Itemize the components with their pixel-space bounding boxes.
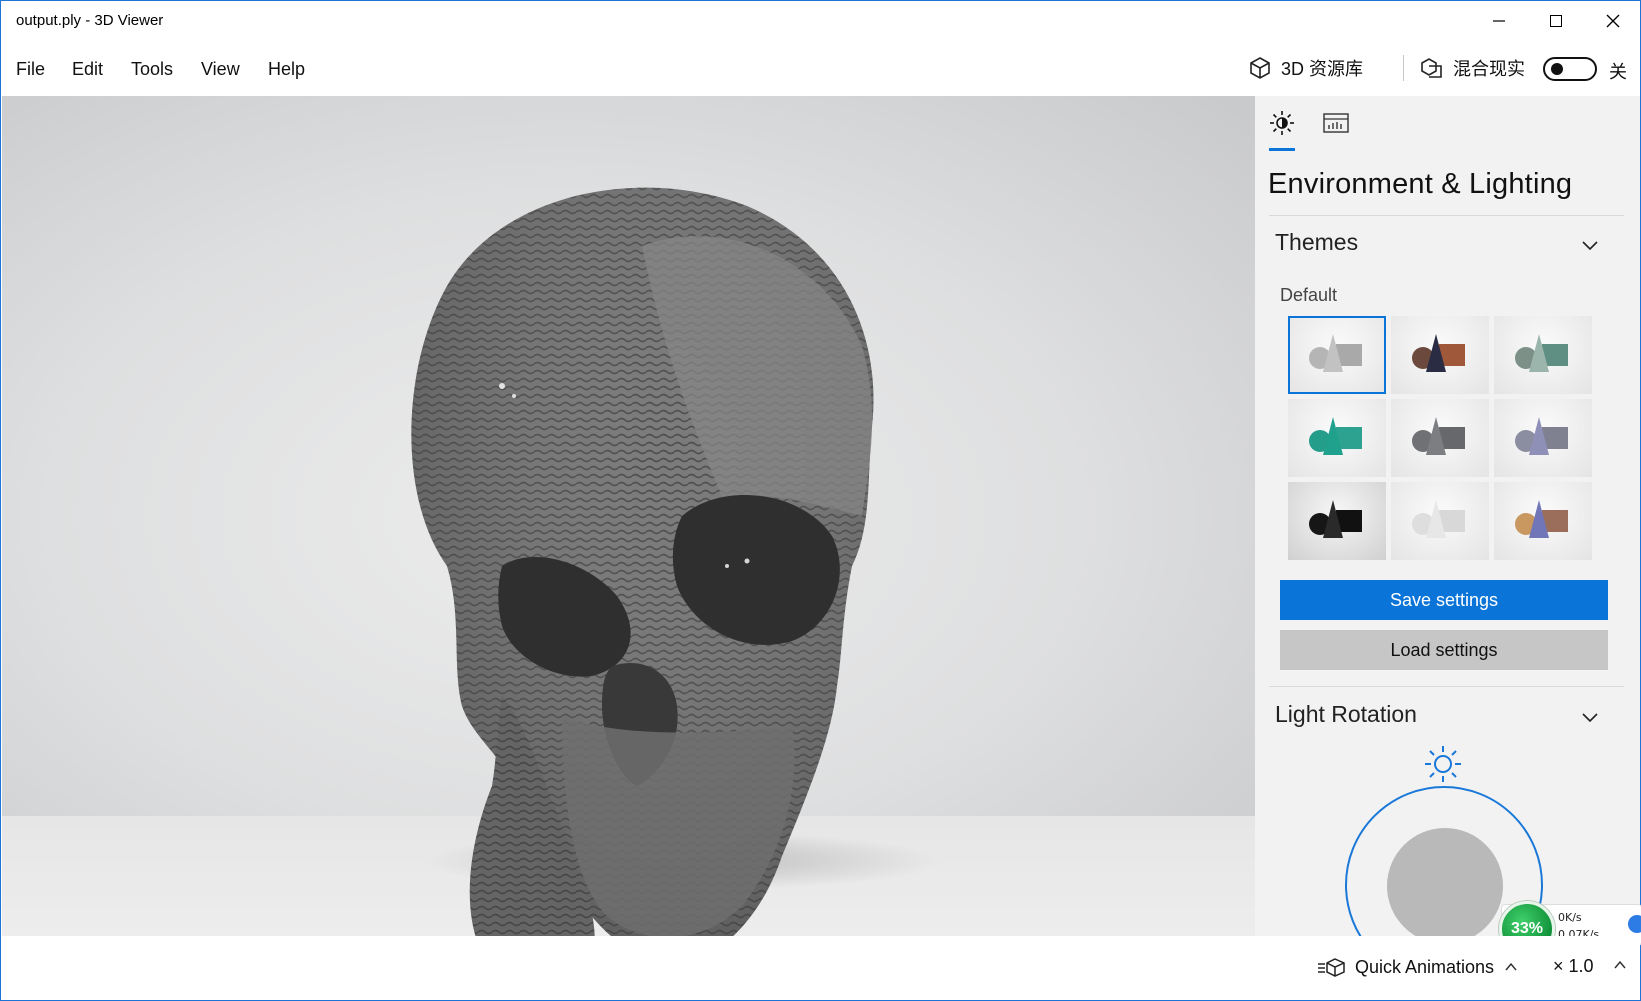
theme-tile-teal[interactable] — [1288, 399, 1386, 477]
active-tab-indicator — [1269, 148, 1295, 151]
menu-view[interactable]: View — [201, 59, 240, 80]
title-bar: output.ply - 3D Viewer — [1, 1, 1640, 41]
3d-library-label: 3D 资源库 — [1281, 59, 1364, 79]
toolbar-divider — [1403, 55, 1404, 81]
upload-speed: 0K/s — [1558, 911, 1582, 924]
theme-preview-icon — [1309, 417, 1362, 455]
menu-bar: File Edit Tools View Help 3D 资源库 混合现实 关 — [1, 45, 1640, 91]
theme-preview-icon — [1412, 334, 1465, 372]
chevron-down-icon[interactable] — [1581, 236, 1599, 254]
panel-title: Environment & Lighting — [1268, 168, 1573, 200]
theme-tile-warm[interactable] — [1494, 482, 1592, 560]
environment-panel: Environment & Lighting Themes Default Sa… — [1255, 96, 1640, 936]
3d-viewport[interactable] — [2, 96, 1255, 936]
toggle-state-label: 关 — [1609, 62, 1627, 82]
tab-stats[interactable] — [1321, 110, 1351, 136]
animation-speed[interactable]: × 1.0 — [1553, 956, 1594, 977]
status-bar: Quick Animations × 1.0 — [1, 936, 1640, 1000]
stats-icon — [1323, 113, 1349, 133]
cube-icon — [1247, 55, 1273, 81]
close-button[interactable] — [1585, 1, 1641, 41]
light-rotation-heading[interactable]: Light Rotation — [1275, 701, 1417, 728]
menu-file[interactable]: File — [16, 59, 45, 80]
3d-library-button[interactable]: 3D 资源库 — [1247, 51, 1363, 85]
mixed-reality-button[interactable]: 混合现实 — [1419, 51, 1525, 85]
theme-preview-icon — [1412, 417, 1465, 455]
app-window: output.ply - 3D Viewer File Edit Tools V… — [0, 0, 1641, 1001]
menu-help[interactable]: Help — [268, 59, 305, 80]
minimize-button[interactable] — [1471, 1, 1527, 41]
window-title: output.ply - 3D Viewer — [16, 12, 164, 29]
theme-grid — [1288, 316, 1592, 560]
chevron-up-icon — [1505, 962, 1517, 971]
light-sun-handle-icon[interactable] — [1423, 744, 1463, 784]
theme-tile-black[interactable] — [1288, 482, 1386, 560]
close-icon — [1606, 14, 1620, 28]
theme-tile-default[interactable] — [1288, 316, 1386, 394]
maximize-button[interactable] — [1528, 1, 1584, 41]
save-settings-button[interactable]: Save settings — [1280, 580, 1608, 620]
theme-tile-lavender[interactable] — [1494, 399, 1592, 477]
toggle-knob — [1551, 63, 1563, 75]
load-settings-button[interactable]: Load settings — [1280, 630, 1608, 670]
theme-preview-icon — [1412, 500, 1465, 538]
quick-animations-button[interactable]: Quick Animations — [1317, 956, 1518, 978]
theme-preview-icon — [1515, 334, 1568, 372]
theme-tile-dark-copper[interactable] — [1391, 316, 1489, 394]
menu-tools[interactable]: Tools — [131, 59, 173, 80]
quick-animations-label: Quick Animations — [1355, 956, 1495, 977]
animation-icon — [1318, 958, 1345, 977]
sun-icon — [1270, 111, 1294, 135]
tab-environment[interactable] — [1267, 110, 1297, 136]
theme-preview-icon — [1515, 417, 1568, 455]
theme-preview-icon — [1309, 500, 1362, 538]
divider — [1269, 686, 1624, 687]
themes-heading[interactable]: Themes — [1275, 229, 1358, 256]
light-preview-sphere — [1387, 828, 1503, 936]
menu-edit[interactable]: Edit — [72, 59, 103, 80]
chevron-up-icon[interactable] — [1613, 958, 1627, 972]
mixed-reality-label: 混合现实 — [1453, 59, 1525, 79]
skull-model[interactable] — [2, 96, 1255, 936]
theme-preview-icon — [1515, 500, 1568, 538]
theme-tile-teal-grey[interactable] — [1494, 316, 1592, 394]
mixed-reality-icon — [1419, 55, 1445, 81]
theme-tile-white[interactable] — [1391, 482, 1489, 560]
edge-badge-icon — [1628, 915, 1641, 933]
themes-group-label: Default — [1280, 285, 1338, 305]
mixed-reality-toggle[interactable] — [1543, 57, 1597, 81]
maximize-icon — [1550, 15, 1562, 27]
minimize-icon — [1493, 20, 1505, 22]
divider — [1269, 215, 1624, 216]
chevron-down-icon[interactable] — [1581, 708, 1599, 726]
theme-tile-slate[interactable] — [1391, 399, 1489, 477]
theme-preview-icon — [1309, 334, 1362, 372]
